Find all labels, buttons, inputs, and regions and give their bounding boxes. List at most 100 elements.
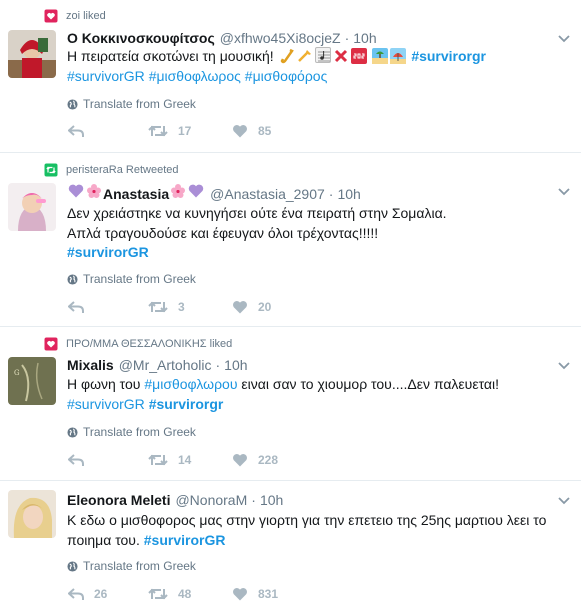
hashtag-link[interactable]: #μισθοφόρος (245, 68, 328, 84)
globe-icon (67, 98, 78, 110)
hashtag-link[interactable]: #survirorGR (67, 244, 149, 260)
reply-icon (68, 301, 84, 313)
heart-icon (233, 301, 247, 314)
retweet-icon (148, 125, 168, 137)
translate-label[interactable]: Translate from Greek (83, 97, 196, 111)
retweet-count: 3 (178, 300, 185, 314)
retweet-button[interactable]: 14 (148, 453, 232, 467)
translate-link[interactable]: Translate from Greek (67, 97, 196, 111)
reply-icon (68, 454, 84, 466)
display-name[interactable]: Anastasia (103, 186, 169, 202)
hashtag-link[interactable]: #survirorgr (411, 48, 486, 64)
globe-icon (67, 426, 78, 438)
tweet-text: Η φωνη του #μισθοφλωρου ειναι σαν το χιο… (67, 375, 567, 414)
globe-icon (67, 560, 78, 572)
tweet-text-line: Απλά τραγουδούσε και έφευγαν όλοι τρέχον… (67, 224, 379, 241)
tweet-card[interactable]: ΠΡΟ/ΜΜΑ ΘΕΣΣΑΛΟΝΙΚΗΣ liked G Mixalis @Mr… (0, 327, 581, 481)
hashtag-link[interactable]: #survivorGR (67, 68, 145, 84)
globe-icon (67, 273, 78, 285)
hashtag-link[interactable]: #μισθοφλωρος (149, 68, 241, 84)
hashtag-link[interactable]: #survirorGR (144, 532, 226, 548)
separator-dot: · (328, 186, 334, 202)
timestamp[interactable]: 10h (337, 186, 360, 202)
separator-dot: · (215, 357, 221, 373)
reply-button[interactable] (68, 453, 148, 467)
translate-label[interactable]: Translate from Greek (83, 272, 196, 286)
avatar[interactable] (8, 183, 56, 231)
social-context-text[interactable]: peristeraRa Retweeted (66, 164, 179, 176)
reply-count: 26 (94, 587, 108, 601)
hashtag-link[interactable]: #survivorGR (67, 396, 145, 412)
heart-icon (233, 454, 247, 467)
like-button[interactable]: 831 (232, 587, 278, 601)
translate-label[interactable]: Translate from Greek (83, 425, 196, 439)
retweet-button[interactable]: 48 (148, 587, 232, 601)
timestamp[interactable]: 10h (353, 30, 376, 46)
tweet-text-line: Η πειρατεία σκοτώνει τη μουσική! (67, 48, 274, 64)
reply-button[interactable] (68, 300, 148, 314)
avatar[interactable] (8, 30, 56, 78)
cherry-blossom-emoji-icon (170, 183, 186, 199)
reply-button[interactable] (68, 124, 148, 138)
cross-mark-emoji-icon (333, 48, 349, 64)
heart-icon (233, 125, 247, 138)
cherry-blossom-emoji-icon (86, 183, 102, 199)
tweet-text-segment: ειναι σαν το χιουμορ του....Δεν παλευετα… (241, 376, 499, 392)
translate-link[interactable]: Translate from Greek (67, 559, 196, 573)
reply-button[interactable]: 26 (68, 587, 148, 601)
social-context: peristeraRa Retweeted (44, 163, 179, 177)
retweet-icon (148, 454, 168, 466)
heart-badge-icon (44, 9, 58, 23)
like-button[interactable]: 228 (232, 453, 278, 467)
hashtag-link[interactable]: #survirorgr (149, 396, 224, 412)
chevron-down-icon[interactable] (557, 359, 571, 373)
tweet-text: Κ εδω ο μισθοφορος μας στην γιορτη για τ… (67, 511, 567, 550)
timestamp[interactable]: 10h (224, 357, 247, 373)
social-context-text[interactable]: ΠΡΟ/ΜΜΑ ΘΕΣΣΑΛΟΝΙΚΗΣ liked (66, 338, 232, 350)
user-handle[interactable]: @Anastasia_2907 (210, 186, 325, 202)
tweet-card[interactable]: peristeraRa Retweeted Anastasia @Anastas… (0, 153, 581, 327)
display-name[interactable]: Mixalis (67, 357, 114, 373)
tweet-text-segment: Η φωνη του (67, 376, 141, 392)
user-handle[interactable]: @NonoraM (175, 492, 247, 508)
reply-icon (68, 588, 84, 600)
retweet-button[interactable]: 17 (148, 124, 232, 138)
timestamp[interactable]: 10h (260, 492, 283, 508)
tweet-card[interactable]: zoi liked Ο Κοκκινοσκουφίτσος @xfhwo45Xi… (0, 0, 581, 153)
like-button[interactable]: 85 (232, 124, 271, 138)
retweet-count: 48 (178, 587, 192, 601)
social-context: zoi liked (44, 9, 106, 23)
translate-label[interactable]: Translate from Greek (83, 559, 196, 573)
retweet-button[interactable]: 3 (148, 300, 232, 314)
display-name[interactable]: Ο Κοκκινοσκουφίτσος (67, 30, 215, 46)
like-button[interactable]: 20 (232, 300, 271, 314)
separator-dot: · (344, 30, 350, 46)
translate-link[interactable]: Translate from Greek (67, 425, 196, 439)
retweet-count: 17 (178, 124, 192, 138)
social-context-text[interactable]: zoi liked (66, 10, 106, 22)
social-context: ΠΡΟ/ΜΜΑ ΘΕΣΣΑΛΟΝΙΚΗΣ liked (44, 337, 232, 351)
display-name[interactable]: Eleonora Meleti (67, 492, 170, 508)
translate-link[interactable]: Translate from Greek (67, 272, 196, 286)
heart-icon (233, 588, 247, 601)
hashtag-link[interactable]: #μισθοφλωρου (144, 376, 237, 392)
svg-text:G: G (14, 369, 20, 377)
like-count: 228 (258, 453, 279, 467)
retweet-badge-icon (44, 163, 58, 177)
musical-score-emoji-icon (314, 47, 331, 63)
timeline: zoi liked Ο Κοκκινοσκουφίτσος @xfhwo45Xi… (0, 0, 581, 615)
trumpet-emoji-icon (297, 48, 313, 64)
like-count: 831 (258, 587, 279, 601)
saxophone-emoji-icon (279, 48, 295, 64)
chevron-down-icon[interactable] (557, 32, 571, 46)
tweet-card[interactable]: Eleonora Meleti @NonoraM · 10h Κ εδω ο μ… (0, 481, 581, 615)
separator-dot: · (251, 492, 256, 508)
chevron-down-icon[interactable] (557, 185, 571, 199)
chevron-down-icon[interactable] (557, 494, 571, 508)
purple-heart-emoji-icon (188, 183, 204, 199)
user-handle[interactable]: @xfhwo45Xi8ocjeZ (220, 30, 341, 46)
avatar[interactable] (8, 490, 56, 538)
user-handle[interactable]: @Mr_Artoholic (119, 357, 212, 373)
tweet-text-line: Κ εδω ο μισθοφορος μας στην γιορτη για τ… (67, 512, 547, 528)
avatar[interactable]: G (8, 357, 56, 405)
